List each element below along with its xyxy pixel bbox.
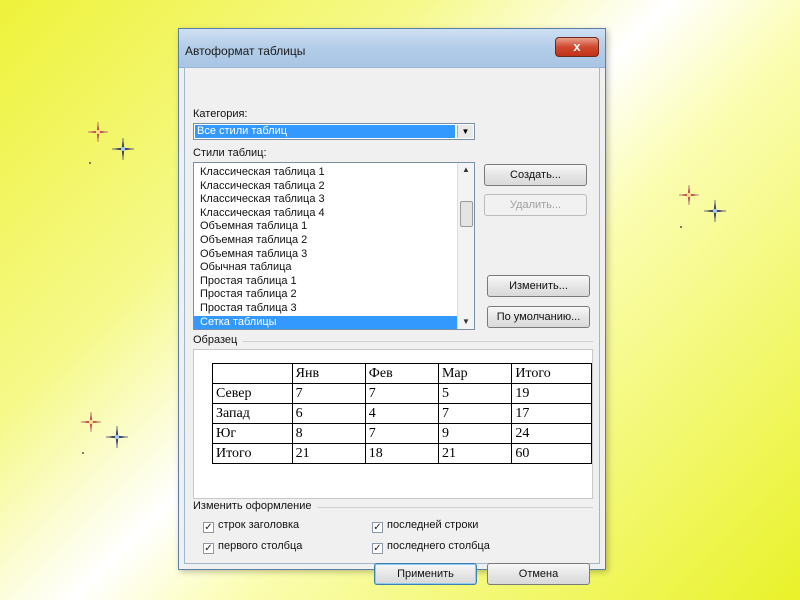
table-cell: 21 xyxy=(291,443,366,464)
title-bar[interactable]: Автоформат таблицы x xyxy=(179,29,605,68)
dropdown-arrow-icon[interactable]: ▼ xyxy=(457,125,473,138)
preview-area: Янв Фев Мар Итого Север 7 7 5 19 Запад 6 4 7 17 Юг 8 7 9 2… xyxy=(193,349,593,499)
table-cell: Итого xyxy=(511,363,592,384)
style-list-item[interactable]: Объемная таблица 1 xyxy=(194,220,457,234)
sparkle-icon xyxy=(79,410,103,434)
last-column-label: последнего столбца xyxy=(387,540,490,552)
sparkle-icon xyxy=(105,425,129,449)
style-list-item[interactable]: Объемная таблица 2 xyxy=(194,234,457,248)
table-cell: Юг xyxy=(212,423,293,444)
table-cell: Янв xyxy=(291,363,366,384)
styles-label: Стили таблиц: xyxy=(193,147,267,159)
table-cell: 7 xyxy=(364,423,439,444)
table-cell: 7 xyxy=(291,383,366,404)
table-cell: 9 xyxy=(437,423,513,444)
style-list-item[interactable]: Простая таблица 2 xyxy=(194,288,457,302)
table-cell: 6 xyxy=(291,403,366,424)
format-group-label: Изменить оформление xyxy=(193,500,312,512)
style-list-item[interactable]: Простая таблица 1 xyxy=(194,275,457,289)
format-divider xyxy=(317,507,593,508)
table-cell: 7 xyxy=(437,403,513,424)
first-column-label: первого столбца xyxy=(218,540,303,552)
first-column-checkbox[interactable]: ✓ xyxy=(203,543,214,554)
style-list-item[interactable]: Классическая таблица 1 xyxy=(194,166,457,180)
table-cell: Север xyxy=(212,383,293,404)
dialog-title: Автоформат таблицы xyxy=(185,44,306,58)
set-default-button[interactable]: По умолчанию... xyxy=(487,306,590,328)
style-list-item[interactable]: Сетка таблицы xyxy=(194,315,457,329)
scroll-down-icon[interactable]: ▼ xyxy=(458,315,474,329)
table-cell: Мар xyxy=(437,363,513,384)
first-column-option[interactable]: ✓ первого столбца xyxy=(203,540,302,554)
header-rows-checkbox[interactable]: ✓ xyxy=(203,522,214,533)
speck xyxy=(82,452,84,454)
table-row: Юг 8 7 9 24 xyxy=(212,423,592,444)
speck xyxy=(89,162,91,164)
dialog-body: Категория: Все стили таблиц ▼ Стили табл… xyxy=(184,67,600,585)
close-icon: x xyxy=(573,39,581,54)
table-cell xyxy=(212,363,293,384)
preview-divider xyxy=(243,341,593,342)
table-cell: Фев xyxy=(364,363,439,384)
table-row: Запад 6 4 7 17 xyxy=(212,403,592,424)
styles-scrollbar[interactable]: ▲ ▼ xyxy=(457,163,474,329)
sparkle-icon xyxy=(86,120,110,144)
table-row: Север 7 7 5 19 xyxy=(212,383,592,404)
styles-list-items: Классическая таблица 1 Классическая табли… xyxy=(194,166,457,329)
table-cell: 7 xyxy=(364,383,439,404)
last-row-label: последней строки xyxy=(387,519,479,531)
style-list-item[interactable]: Классическая таблица 3 xyxy=(194,193,457,207)
category-label: Категория: xyxy=(193,108,248,120)
style-list-item[interactable]: Классическая таблица 2 xyxy=(194,180,457,194)
header-rows-option[interactable]: ✓ строк заголовка xyxy=(203,519,299,533)
table-row: Итого 21 18 21 60 xyxy=(212,443,592,464)
table-cell: 60 xyxy=(511,443,592,464)
sparkle-icon xyxy=(677,183,701,207)
style-list-item[interactable]: Классическая таблица 4 xyxy=(194,207,457,221)
preview-table: Янв Фев Мар Итого Север 7 7 5 19 Запад 6 4 7 17 Юг 8 7 9 2… xyxy=(212,363,592,464)
close-button[interactable]: x xyxy=(555,37,599,57)
speck xyxy=(680,226,682,228)
table-cell: 17 xyxy=(511,403,592,424)
sparkle-icon xyxy=(703,199,727,223)
cancel-button[interactable]: Отмена xyxy=(487,563,590,585)
last-row-checkbox[interactable]: ✓ xyxy=(372,522,383,533)
style-list-item[interactable]: Обычная таблица xyxy=(194,261,457,275)
modify-button[interactable]: Изменить... xyxy=(487,275,590,297)
last-column-option[interactable]: ✓ последнего столбца xyxy=(372,540,490,554)
preview-label: Образец xyxy=(193,334,238,346)
table-cell: 19 xyxy=(511,383,592,404)
autoformat-dialog: Автоформат таблицы x Категория: Все стил… xyxy=(178,28,606,585)
table-cell: 18 xyxy=(364,443,439,464)
header-rows-label: строк заголовка xyxy=(218,519,300,531)
table-cell: 4 xyxy=(364,403,439,424)
apply-button[interactable]: Применить xyxy=(374,563,477,585)
table-cell: 5 xyxy=(437,383,513,404)
style-list-item[interactable]: Объемная таблица 3 xyxy=(194,248,457,262)
scroll-up-icon[interactable]: ▲ xyxy=(458,163,474,177)
table-header-row: Янв Фев Мар Итого xyxy=(212,363,592,384)
sparkle-icon xyxy=(111,137,135,161)
create-button[interactable]: Создать... xyxy=(484,164,587,186)
category-select[interactable]: Все стили таблиц ▼ xyxy=(193,123,475,140)
category-value: Все стили таблиц xyxy=(195,125,455,138)
table-cell: Запад xyxy=(212,403,293,424)
styles-list[interactable]: Классическая таблица 1 Классическая табли… xyxy=(193,162,475,330)
scroll-thumb[interactable] xyxy=(460,201,473,227)
table-cell: Итого xyxy=(212,443,293,464)
table-cell: 24 xyxy=(511,423,592,444)
table-cell: 8 xyxy=(291,423,366,444)
table-cell: 21 xyxy=(437,443,513,464)
delete-button[interactable]: Удалить... xyxy=(484,194,587,216)
last-column-checkbox[interactable]: ✓ xyxy=(372,543,383,554)
last-row-option[interactable]: ✓ последней строки xyxy=(372,519,478,533)
style-list-item[interactable]: Простая таблица 3 xyxy=(194,302,457,316)
